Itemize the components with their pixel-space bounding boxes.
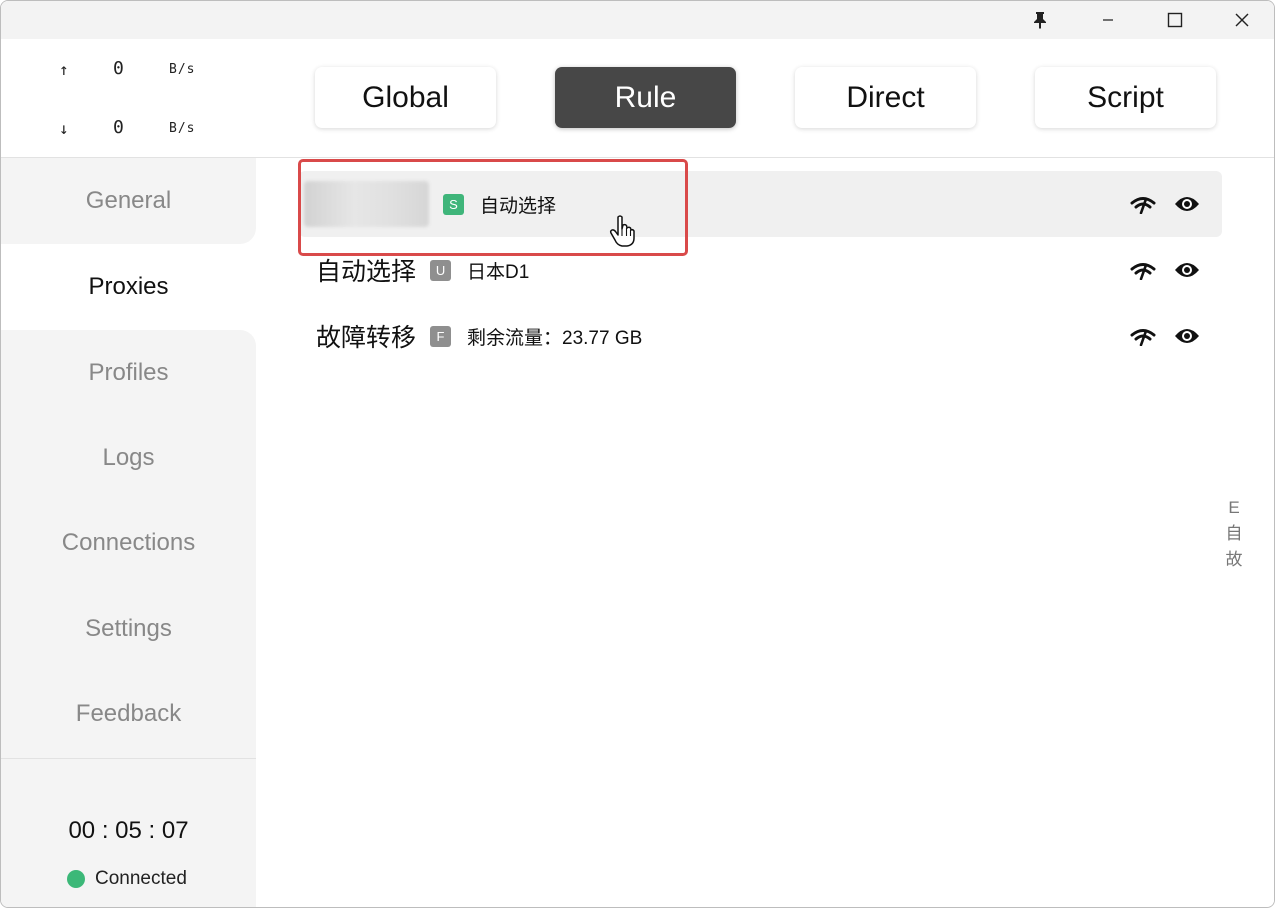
latency-test-button[interactable]: [1130, 324, 1156, 348]
connection-status: Connected: [67, 868, 187, 890]
upload-speed: ↑ 0 B/s: [1, 58, 256, 82]
proxy-group-row[interactable]: S 自动选择: [299, 171, 1222, 237]
group-actions: [1130, 324, 1200, 348]
group-current-proxy: 日本D1: [467, 261, 530, 283]
close-icon: [1235, 13, 1249, 27]
signal-test-icon: [1130, 329, 1156, 346]
expand-group-button[interactable]: [1174, 192, 1200, 216]
download-unit: B/s: [169, 121, 196, 136]
group-quick-index: E 自 故: [1222, 495, 1246, 573]
index-item[interactable]: 故: [1222, 547, 1246, 573]
download-arrow-icon: ↓: [59, 119, 69, 138]
download-speed: ↓ 0 B/s: [1, 117, 256, 141]
title-bar: [1, 1, 1274, 39]
nav-item-general[interactable]: General: [1, 158, 256, 244]
group-current-proxy: 自动选择: [480, 195, 557, 217]
index-item[interactable]: E: [1222, 495, 1246, 521]
status-dot-icon: [67, 870, 85, 888]
proxy-group-row[interactable]: 故障转移 F 剩余流量：23.77 GB: [299, 303, 1222, 369]
group-type-badge: F: [430, 325, 452, 347]
group-actions: [1130, 258, 1200, 282]
upload-arrow-icon: ↑: [59, 60, 69, 79]
sidebar: ↑ 0 B/s ↓ 0 B/s General Proxies Profiles…: [1, 39, 256, 907]
app-window: ↑ 0 B/s ↓ 0 B/s General Proxies Profiles…: [0, 0, 1275, 908]
eye-icon: [1175, 197, 1199, 211]
expand-group-button[interactable]: [1174, 258, 1200, 282]
connection-timer: 00 : 05 : 07: [68, 817, 189, 844]
mode-global-button[interactable]: Global: [315, 67, 496, 128]
expand-group-button[interactable]: [1174, 324, 1200, 348]
close-button[interactable]: [1219, 1, 1265, 39]
group-type-badge: U: [430, 259, 452, 281]
eye-icon: [1175, 263, 1199, 277]
nav-item-feedback[interactable]: Feedback: [1, 671, 256, 757]
nav-item-profiles[interactable]: Profiles: [1, 330, 256, 416]
status-label: Connected: [95, 868, 187, 889]
mode-script-button[interactable]: Script: [1035, 67, 1216, 128]
minimize-button[interactable]: [1085, 1, 1131, 39]
group-name-blurred: [304, 181, 429, 227]
nav-item-connections[interactable]: Connections: [1, 500, 256, 586]
traffic-panel: ↑ 0 B/s ↓ 0 B/s: [1, 39, 256, 158]
signal-test-icon: [1130, 197, 1156, 214]
proxy-group-row[interactable]: 自动选择 U 日本D1: [299, 237, 1222, 303]
download-value: 0: [113, 117, 124, 138]
nav-item-proxies[interactable]: Proxies: [1, 244, 256, 330]
signal-test-icon: [1130, 263, 1156, 280]
group-name: 故障转移: [316, 324, 417, 352]
sidebar-footer: 00 : 05 : 07 Connected: [1, 758, 256, 907]
upload-value: 0: [113, 58, 124, 79]
mode-switcher: Global Rule Direct Script: [256, 39, 1274, 158]
latency-test-button[interactable]: [1130, 192, 1156, 216]
nav-item-settings[interactable]: Settings: [1, 586, 256, 672]
pin-button[interactable]: [1017, 1, 1063, 39]
proxies-panel: Global Rule Direct Script S 自动选择 自动选择 U …: [256, 39, 1274, 907]
pin-icon: [1034, 12, 1046, 29]
latency-test-button[interactable]: [1130, 258, 1156, 282]
mode-direct-button[interactable]: Direct: [795, 67, 976, 128]
group-actions: [1130, 192, 1200, 216]
group-current-proxy: 剩余流量：23.77 GB: [467, 327, 643, 349]
group-type-badge: S: [443, 193, 464, 215]
nav-item-logs[interactable]: Logs: [1, 415, 256, 501]
maximize-icon: [1167, 12, 1183, 28]
eye-icon: [1175, 329, 1199, 343]
index-item[interactable]: 自: [1222, 521, 1246, 547]
upload-unit: B/s: [169, 62, 196, 77]
group-name: 自动选择: [316, 258, 417, 286]
mode-rule-button[interactable]: Rule: [555, 67, 736, 128]
maximize-button[interactable]: [1152, 1, 1198, 39]
minimize-icon: [1103, 19, 1113, 21]
